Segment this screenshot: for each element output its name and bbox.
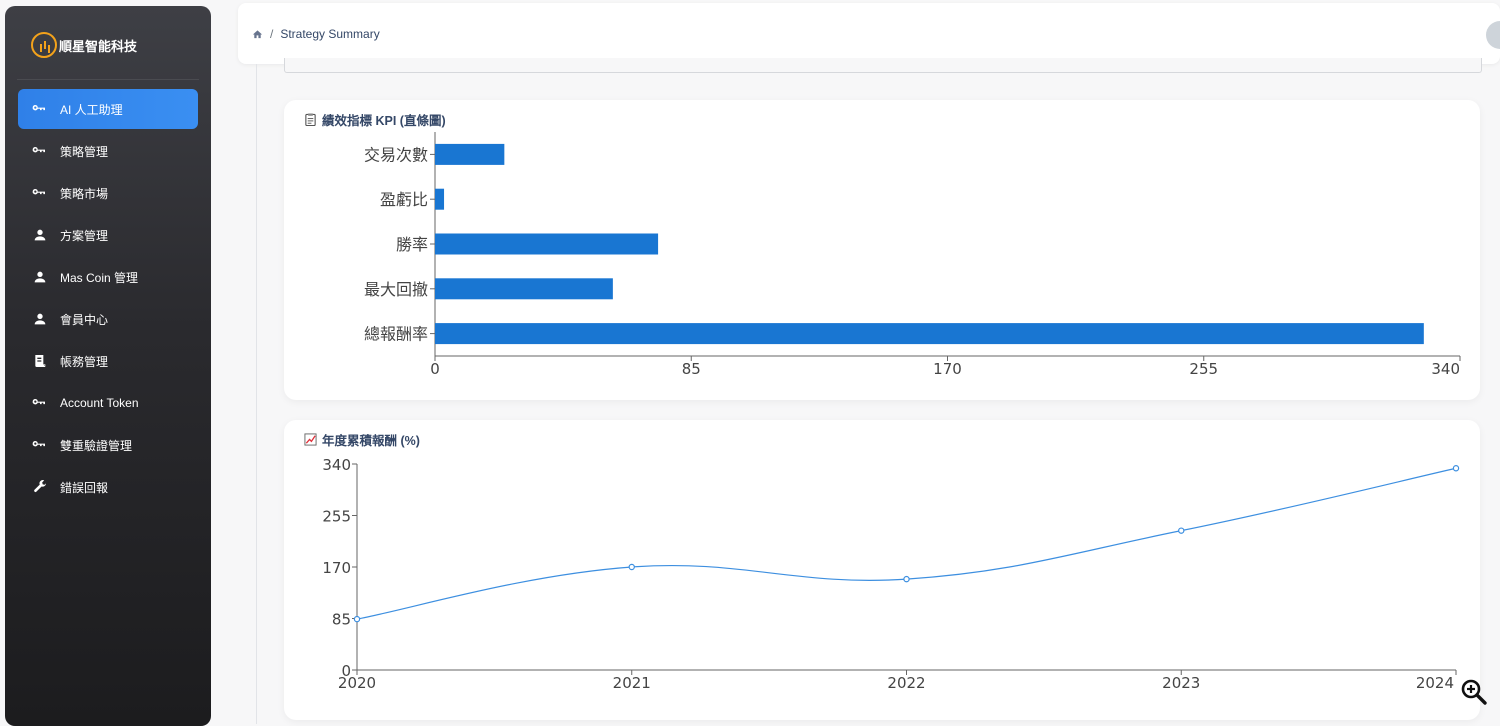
bar — [435, 278, 613, 300]
person-icon — [32, 227, 48, 243]
y-tick-label: 勝率 — [396, 235, 428, 254]
y-tick-label: 255 — [322, 508, 351, 526]
sidebar: 順星智能科技 AI 人工助理 策略管理策略市場方案管理 Mas Coin 管理 會員中… — [5, 6, 211, 726]
annual-return-line-chart: 0851702553402020 2021 2022 2023 2024 — [322, 456, 1460, 692]
person-icon — [32, 311, 48, 327]
key-icon — [32, 185, 48, 201]
sidebar-item-label: 方案管理 — [60, 228, 109, 243]
sidebar-item-6[interactable]: 帳務管理 — [18, 341, 198, 381]
series-line — [356, 467, 1457, 620]
sidebar-item-label: 策略市場 — [60, 186, 109, 201]
sidebar-item-5[interactable]: 會員中心 — [18, 299, 198, 339]
sidebar-item-0[interactable]: AI 人工助理 — [18, 89, 198, 129]
x-tick-label: 0 — [430, 360, 440, 378]
sidebar-item-label: 會員中心 — [60, 312, 109, 327]
brand-logo — [31, 32, 57, 58]
y-tick-label: 340 — [322, 456, 351, 474]
bar — [435, 143, 505, 165]
sidebar-item-3[interactable]: 方案管理 — [18, 215, 198, 255]
sidebar-item-label: 帳務管理 — [60, 354, 109, 369]
y-tick-label: 盈虧比 — [380, 190, 428, 209]
x-tick-label: 2024 — [1416, 674, 1454, 692]
x-tick-label: 2023 — [1162, 674, 1200, 692]
y-tick-label: 交易次數 — [364, 145, 428, 164]
sidebar-item-8[interactable]: 雙重驗證管理 — [18, 425, 198, 465]
zoom-in-icon[interactable] — [1460, 678, 1488, 706]
sidebar-item-label: 策略管理 — [60, 144, 109, 159]
x-tick-label: 2022 — [887, 674, 925, 692]
breadcrumb: / Strategy Summary — [252, 27, 380, 41]
person-icon — [32, 269, 48, 285]
sidebar-item-label: Mas Coin 管理 — [60, 270, 139, 285]
brand-name: 順星智能科技 — [59, 38, 138, 54]
sidebar-item-4[interactable]: Mas Coin 管理 — [18, 257, 198, 297]
sidebar-item-9[interactable]: 錯誤回報 — [18, 467, 198, 507]
data-point — [903, 575, 910, 583]
collapsed-panel — [284, 58, 1482, 73]
breadcrumb-separator: / — [270, 27, 274, 41]
bar — [435, 323, 1424, 345]
y-tick-label: 最大回撤 — [364, 280, 428, 299]
sidebar-menu: AI 人工助理 策略管理策略市場方案管理 Mas Coin 管理 會員中心帳務管理 Ac… — [18, 89, 198, 509]
x-tick-label: 255 — [1189, 360, 1218, 378]
receipt-icon — [32, 353, 48, 369]
sidebar-item-label: 錯誤回報 — [60, 480, 109, 495]
key-icon — [32, 395, 48, 411]
sidebar-item-label: AI 人工助理 — [60, 102, 123, 117]
wrench-icon — [32, 479, 48, 495]
sidebar-item-label: 雙重驗證管理 — [60, 438, 133, 453]
sidebar-item-label: Account Token — [60, 396, 139, 410]
y-tick-label: 85 — [332, 611, 351, 629]
key-icon — [32, 143, 48, 159]
bar — [435, 188, 445, 210]
annual-return-card: 年度累積報酬 (%) 0 85 170 255 340 2020 2021 2022 2023 2… — [284, 420, 1480, 720]
home-icon[interactable] — [252, 29, 263, 40]
kpi-card: 績效指標 KPI (直條圖) 交易次數 盈虧比 勝率 最大回撤 總報酬率 0 85 170 25… — [284, 100, 1480, 400]
key-icon — [32, 101, 48, 117]
x-tick-label: 2020 — [338, 674, 376, 692]
breadcrumb-current: Strategy Summary — [280, 27, 380, 41]
key-icon — [32, 437, 48, 453]
data-point — [1452, 465, 1460, 472]
bar — [435, 233, 659, 255]
x-tick-label: 2021 — [613, 674, 651, 692]
user-avatar[interactable] — [1486, 21, 1500, 49]
sidebar-item-1[interactable]: 策略管理 — [18, 131, 198, 171]
sidebar-divider — [17, 79, 199, 80]
y-tick-label: 總報酬率 — [364, 325, 428, 344]
x-tick-label: 170 — [933, 360, 962, 378]
brand[interactable]: 順星智能科技 — [31, 30, 137, 60]
x-tick-label: 85 — [682, 360, 701, 378]
y-tick-label: 170 — [322, 559, 351, 577]
top-header: / Strategy Summary — [238, 3, 1500, 64]
data-point — [353, 615, 361, 623]
data-point — [1178, 527, 1185, 534]
sidebar-item-2[interactable]: 策略市場 — [18, 173, 198, 213]
x-tick-label: 340 — [1431, 360, 1460, 378]
sidebar-item-7[interactable]: Account Token — [18, 383, 198, 423]
kpi-bar-chart: 交易次數盈虧比勝率最大回撤總報酬率0 85 170 255 340 — [364, 132, 1461, 378]
content-border — [256, 64, 257, 724]
data-point — [628, 563, 635, 571]
